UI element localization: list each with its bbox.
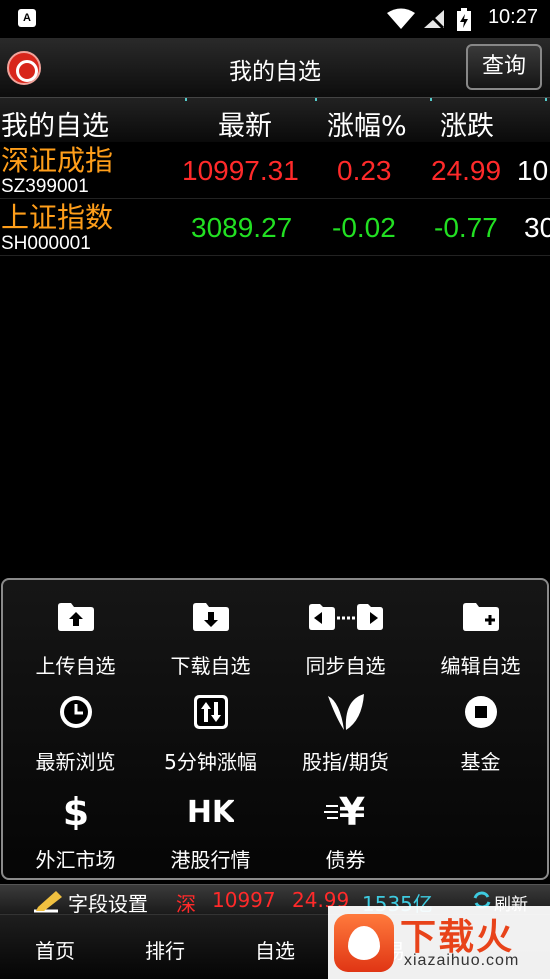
svg-text:$: $ — [62, 790, 88, 830]
column-header-change-pct[interactable]: 涨幅% — [327, 104, 407, 143]
status-time: 10:27 — [487, 6, 538, 28]
folder-download-icon — [192, 603, 229, 631]
menu-item-forex[interactable]: $ 外汇市场 — [7, 774, 144, 872]
menu-item-futures[interactable]: 股指/期货 — [277, 676, 414, 774]
folder-sync-icon — [308, 604, 383, 630]
query-button[interactable]: 查询 — [466, 44, 542, 90]
dollar-icon: $ — [62, 790, 88, 830]
stock-name: 上证指数 — [1, 201, 114, 234]
yen-icon: ¥ — [323, 790, 365, 830]
stock-next-column: 30 — [524, 212, 550, 243]
nav-ranking[interactable]: 排行 — [145, 935, 185, 964]
watermark-logo-icon — [334, 914, 394, 972]
column-divider-mark — [315, 98, 317, 101]
battery-charging-icon — [457, 8, 471, 31]
wifi-icon — [387, 8, 415, 29]
column-header: 我的自选 最新 涨幅% 涨跌 — [0, 98, 550, 142]
notification-icon: A — [18, 9, 36, 27]
stock-name: 深证成指 — [1, 144, 114, 177]
signal-off-icon — [423, 8, 445, 30]
column-divider-mark — [430, 98, 432, 101]
menu-item-sync[interactable]: 同步自选 — [277, 580, 414, 678]
column-divider-mark — [185, 98, 187, 101]
column-header-name[interactable]: 我的自选 — [1, 104, 109, 143]
stock-latest: 3089.27 — [191, 212, 293, 243]
folder-upload-icon — [57, 603, 94, 631]
menu-item-upload[interactable]: 上传自选 — [7, 580, 144, 678]
column-divider-mark — [545, 98, 547, 101]
menu-item-download[interactable]: 下载自选 — [142, 580, 279, 678]
ticker-index-value: 10997 — [212, 888, 276, 912]
ticker-market: 深 — [176, 892, 196, 916]
watermark: 下载火 xiazaihuo.com — [328, 906, 550, 979]
menu-item-recent[interactable]: 最新浏览 — [7, 676, 144, 774]
stock-change-pct: 0.23 — [337, 155, 392, 186]
svg-text:HK: HK — [188, 795, 234, 828]
hk-icon: HK — [188, 795, 234, 828]
column-header-change[interactable]: 涨跌 — [440, 104, 494, 143]
stock-change-pct: -0.02 — [332, 212, 396, 243]
menu-item-5min[interactable]: 5分钟涨幅 — [142, 676, 279, 774]
nav-watchlist[interactable]: 自选 — [255, 935, 295, 964]
folder-add-icon — [462, 603, 499, 631]
table-row[interactable]: 深证成指 SZ399001 10997.31 0.23 24.99 10 — [0, 143, 550, 199]
column-header-latest[interactable]: 最新 — [218, 104, 272, 143]
watermark-url: xiazaihuo.com — [404, 952, 520, 969]
stock-code: SH000001 — [1, 233, 91, 254]
updown-arrows-icon — [193, 695, 228, 729]
menu-item-edit[interactable]: 编辑自选 — [412, 580, 549, 678]
status-bar: A 10:27 — [0, 0, 550, 38]
title-bar: 我的自选 查询 — [0, 38, 550, 98]
pencil-icon — [34, 891, 62, 913]
stock-code: SZ399001 — [1, 176, 89, 197]
stop-circle-icon — [464, 696, 497, 728]
svg-text:¥: ¥ — [338, 790, 364, 830]
popup-menu: 上传自选 下载自选 同步自选 编辑自选 最新浏览 5分钟涨幅 股指/期货 基金 … — [1, 578, 549, 880]
nav-home[interactable]: 首页 — [35, 935, 75, 964]
menu-item-hk[interactable]: HK 港股行情 — [142, 774, 279, 872]
stock-change: -0.77 — [434, 212, 498, 243]
menu-item-bond[interactable]: ¥ 债券 — [277, 774, 414, 872]
leaf-icon — [327, 694, 364, 730]
stock-latest: 10997.31 — [182, 155, 299, 186]
table-row[interactable]: 上证指数 SH000001 3089.27 -0.02 -0.77 30 — [0, 200, 550, 256]
clock-icon — [59, 696, 92, 728]
stock-change: 24.99 — [431, 155, 502, 186]
menu-item-fund[interactable]: 基金 — [412, 676, 549, 774]
stock-next-column: 10 — [517, 155, 549, 186]
field-settings-button[interactable]: 字段设置 — [68, 888, 148, 917]
